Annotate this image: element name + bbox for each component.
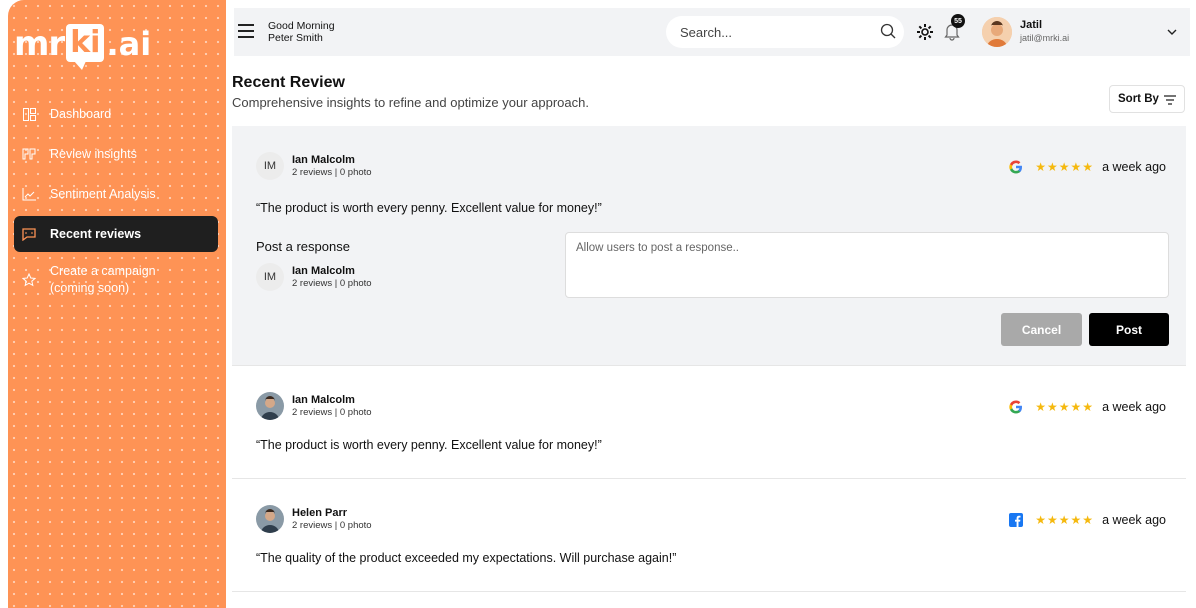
sidebar-item-label: Review insights — [50, 147, 137, 161]
avatar[interactable] — [982, 17, 1012, 47]
review-header: Ian Malcolm 2 reviews | 0 photo — [256, 392, 372, 420]
responder-meta: 2 reviews | 0 photo — [292, 277, 372, 289]
review-text: “The quality of the product exceeded my … — [256, 551, 677, 565]
cancel-button[interactable]: Cancel — [1001, 313, 1082, 346]
user-name: Jatil — [1020, 19, 1043, 31]
logo-text-ai: .ai — [106, 25, 152, 63]
review-source-rating: ★★★★★ a week ago — [1009, 513, 1166, 527]
facebook-icon — [1009, 513, 1024, 527]
search-input[interactable]: Search... — [666, 16, 904, 48]
quote-icon — [22, 147, 36, 161]
sidebar-nav: Dashboard Review insights Sentiment Anal… — [8, 96, 226, 308]
post-button[interactable]: Post — [1089, 313, 1169, 346]
response-placeholder: Allow users to post a response.. — [576, 242, 739, 254]
responder-info: IM Ian Malcolm 2 reviews | 0 photo — [256, 263, 372, 291]
page-title: Recent Review — [232, 74, 345, 91]
message-icon — [22, 227, 36, 241]
review-time: a week ago — [1102, 160, 1166, 174]
gear-icon[interactable] — [915, 22, 935, 42]
review-text: “The product is worth every penny. Excel… — [256, 438, 602, 452]
sort-by-label: Sort By — [1118, 93, 1159, 105]
responder-name: Ian Malcolm — [292, 264, 355, 277]
review-header: IM Ian Malcolm 2 reviews | 0 photo — [256, 152, 372, 180]
post-response-label: Post a response — [256, 239, 350, 254]
filter-icon — [1164, 95, 1176, 105]
avatar: IM — [256, 263, 284, 291]
search-placeholder: Search... — [680, 24, 733, 40]
campaign-sublabel: (coming soon) — [50, 281, 130, 295]
user-email: jatil@mrki.ai — [1020, 33, 1070, 43]
sidebar-item-dashboard[interactable]: Dashboard — [8, 96, 226, 132]
logo-text-ki: ki — [66, 24, 105, 70]
sidebar-item-review-insights[interactable]: Review insights — [8, 136, 226, 172]
star-icon — [22, 273, 36, 287]
hamburger-menu-icon[interactable] — [238, 24, 254, 42]
greeting-name: Peter Smith — [268, 32, 323, 44]
sidebar-item-label: Create a campaign (coming soon) — [50, 263, 156, 297]
response-textarea[interactable]: Allow users to post a response.. — [565, 232, 1169, 298]
review-header: Helen Parr 2 reviews | 0 photo — [256, 505, 372, 533]
review-card: Ian Malcolm 2 reviews | 0 photo ★★★★★ a … — [232, 366, 1186, 479]
review-card: IM Ian Malcolm 2 reviews | 0 photo ★★★★★… — [232, 126, 1186, 366]
review-source-rating: ★★★★★ a week ago — [1009, 160, 1166, 174]
star-rating: ★★★★★ — [1035, 400, 1095, 414]
greeting: Good Morning Peter Smith — [268, 20, 335, 44]
main-content: Good Morning Peter Smith Search... 55 Ja… — [226, 0, 1196, 608]
google-icon — [1009, 160, 1023, 174]
page-subtitle: Comprehensive insights to refine and opt… — [232, 95, 589, 110]
sidebar-item-label: Dashboard — [50, 107, 112, 121]
sidebar-item-label: Recent reviews — [50, 227, 142, 241]
review-time: a week ago — [1102, 513, 1166, 527]
reviewer-meta: 2 reviews | 0 photo — [292, 519, 372, 531]
sidebar-item-sentiment-analysis[interactable]: Sentiment Analysis — [8, 176, 226, 212]
review-time: a week ago — [1102, 400, 1166, 414]
notification-badge: 55 — [951, 14, 965, 28]
reviewer-name: Ian Malcolm — [292, 393, 355, 406]
sidebar-item-label: Sentiment Analysis — [50, 187, 156, 201]
avatar: IM — [256, 152, 284, 180]
review-text: “The product is worth every penny. Excel… — [256, 201, 602, 215]
review-card: Helen Parr 2 reviews | 0 photo ★★★★★ a w… — [232, 479, 1186, 592]
top-bar: Good Morning Peter Smith Search... 55 Ja… — [234, 8, 1190, 56]
campaign-label: Create a campaign — [50, 264, 156, 278]
greeting-text: Good Morning — [268, 20, 335, 32]
logo-text-mr: mr — [14, 24, 65, 64]
sidebar-item-create-campaign[interactable]: Create a campaign (coming soon) — [8, 256, 226, 304]
chevron-down-icon[interactable] — [1166, 26, 1178, 38]
reviewer-meta: 2 reviews | 0 photo — [292, 166, 372, 178]
sidebar-item-recent-reviews[interactable]: Recent reviews — [14, 216, 218, 252]
sidebar: mr ki .ai Dashboard Review insights Sent… — [8, 0, 226, 608]
chart-icon — [22, 187, 36, 201]
reviewer-name: Helen Parr — [292, 506, 348, 519]
reviewer-name: Ian Malcolm — [292, 153, 355, 166]
dashboard-icon — [22, 107, 36, 121]
google-icon — [1009, 400, 1023, 414]
sort-by-button[interactable]: Sort By — [1109, 85, 1185, 113]
avatar — [256, 392, 284, 420]
avatar — [256, 505, 284, 533]
star-rating: ★★★★★ — [1035, 160, 1095, 174]
star-rating: ★★★★★ — [1035, 513, 1095, 527]
reviewer-meta: 2 reviews | 0 photo — [292, 406, 372, 418]
search-icon[interactable] — [880, 23, 896, 39]
brand-logo[interactable]: mr ki .ai — [14, 24, 152, 70]
review-source-rating: ★★★★★ a week ago — [1009, 400, 1166, 414]
